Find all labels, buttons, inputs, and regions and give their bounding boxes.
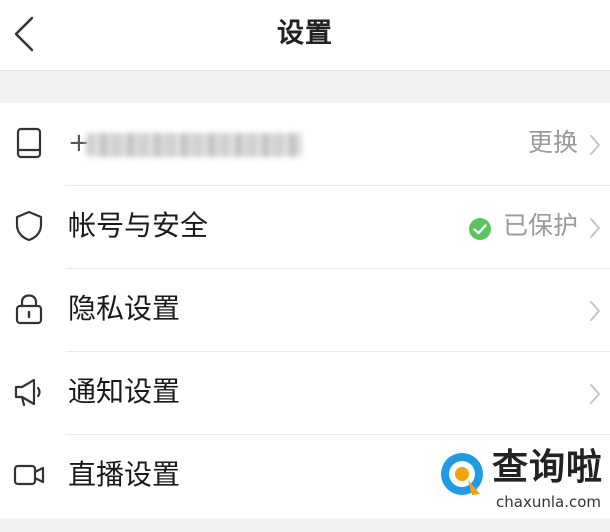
phone-icon [16, 127, 42, 159]
chevron-right-icon [590, 218, 600, 238]
watermark: 查询啦 chaxunla.com [434, 444, 604, 522]
chevron-right-icon [590, 384, 600, 404]
settings-row-phone[interactable]: + 更换 [0, 103, 610, 186]
settings-row-label: 直播设置 [68, 458, 181, 491]
page-title: 设置 [277, 18, 333, 49]
chevron-right-icon [590, 301, 600, 321]
magnifier-logo-icon [441, 453, 483, 495]
watermark-url: chaxunla.com [496, 493, 601, 511]
check-circle-icon [469, 218, 491, 240]
nav-bar: 设置 [0, 0, 610, 71]
shield-icon [15, 210, 43, 242]
settings-row-privacy[interactable]: 隐私设置 [0, 269, 610, 352]
settings-screen: 设置 + 更换 帐号与安全 已保护 隐私设置 通知设置 直播设置 查询啦 cha… [0, 0, 610, 532]
change-phone-value: 更换 [527, 128, 578, 157]
settings-row-notifications[interactable]: 通知设置 [0, 352, 610, 435]
megaphone-icon [14, 378, 41, 407]
watermark-name: 查询啦 [492, 447, 604, 488]
settings-row-label: 通知设置 [68, 375, 181, 408]
video-camera-icon [13, 464, 45, 486]
chevron-right-icon [590, 135, 600, 155]
security-status-value: 已保护 [502, 211, 578, 240]
settings-row-label: 帐号与安全 [68, 209, 209, 242]
settings-row-label: 隐私设置 [68, 292, 181, 325]
lock-icon [15, 294, 43, 325]
phone-number-obscured [86, 133, 302, 157]
settings-row-account-security[interactable]: 帐号与安全 已保护 [0, 186, 610, 269]
